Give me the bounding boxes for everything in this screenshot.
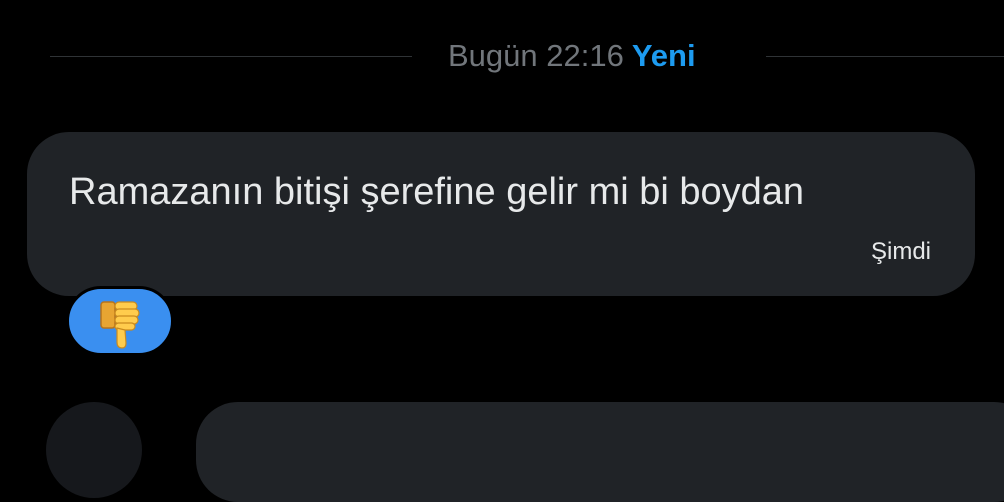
divider-line-right (766, 56, 1004, 57)
divider-line-left (50, 56, 412, 57)
divider-label: Bugün 22:16 Yeni (448, 38, 696, 74)
message-timestamp: Şimdi (870, 238, 931, 265)
new-indicator: Yeni (631, 38, 696, 73)
next-message-bubble[interactable] (196, 402, 1004, 502)
new-messages-divider: Bugün 22:16 Yeni (50, 30, 1004, 82)
next-message-avatar[interactable] (46, 402, 142, 498)
message-text: Ramazanın bitişi şerefine gelir mi bi bo… (69, 171, 805, 213)
divider-timestamp: Bugün 22:16 (448, 38, 624, 73)
thumbs-down-icon (100, 301, 140, 349)
message-reaction[interactable] (66, 286, 174, 356)
message-bubble[interactable]: Ramazanın bitişi şerefine gelir mi bi bo… (27, 132, 975, 296)
